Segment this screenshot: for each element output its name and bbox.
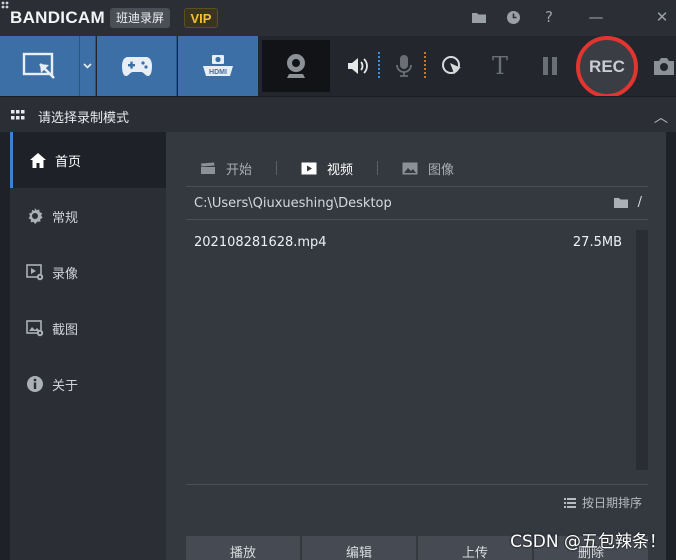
tab-image[interactable]: 图像 bbox=[402, 159, 454, 178]
folder-path: C:\Users\Qiuxueshing\Desktop bbox=[194, 196, 392, 211]
sidebar-item-screenshot[interactable]: 截图 bbox=[10, 300, 166, 356]
tab-start[interactable]: 开始 bbox=[200, 159, 252, 178]
image-settings-icon bbox=[26, 319, 44, 337]
main-content: 开始 视频 图像 C:\Users\Qiuxueshing\Desktop / … bbox=[166, 132, 666, 560]
sidebar-item-general[interactable]: 常规 bbox=[10, 188, 166, 244]
clapper-icon bbox=[200, 161, 218, 175]
sidebar-item-label: 常规 bbox=[52, 210, 79, 226]
sidebar-item-label: 首页 bbox=[55, 154, 82, 170]
file-list-scrollbar[interactable] bbox=[636, 230, 648, 470]
title-bar: BANDICAM 班迪录屏 VIP ? — ✕ bbox=[0, 0, 676, 36]
play-button[interactable]: 播放 bbox=[186, 536, 300, 560]
sidebar-item-label: 截图 bbox=[52, 322, 79, 338]
screen-rect-icon bbox=[22, 52, 55, 79]
content-tabs: 开始 视频 图像 bbox=[200, 158, 454, 178]
pause-icon bbox=[543, 57, 557, 75]
tab-label: 图像 bbox=[428, 162, 455, 178]
gamepad-icon bbox=[121, 57, 152, 76]
camera-icon bbox=[654, 58, 674, 75]
sort-by-date-button[interactable]: 按日期排序 bbox=[563, 494, 642, 511]
hdmi-mode-button[interactable]: HDMI bbox=[178, 36, 258, 96]
webcam-icon bbox=[287, 54, 305, 78]
logo-cam-text: CAM bbox=[65, 8, 105, 27]
minimize-icon[interactable]: — bbox=[585, 6, 607, 28]
speaker-icon bbox=[348, 58, 368, 74]
cursor-effect-button[interactable] bbox=[436, 50, 468, 82]
hdmi-label: HDMI bbox=[209, 69, 227, 76]
play-icon bbox=[301, 161, 319, 175]
grid-icon bbox=[11, 110, 25, 120]
tab-divider bbox=[377, 161, 379, 175]
open-folder-icon[interactable] bbox=[614, 197, 628, 208]
record-button[interactable]: REC bbox=[576, 36, 638, 98]
toolbar: HDMI T REC bbox=[0, 36, 676, 98]
file-name: 202108281628.mp4 bbox=[194, 235, 327, 250]
clock-icon[interactable] bbox=[502, 6, 524, 28]
tab-label: 开始 bbox=[226, 162, 253, 178]
tab-divider bbox=[276, 161, 278, 175]
close-icon[interactable]: ✕ bbox=[651, 6, 673, 28]
pause-button[interactable] bbox=[534, 50, 566, 82]
mode-dropdown-button[interactable] bbox=[80, 36, 96, 96]
picture-icon bbox=[402, 161, 420, 175]
folder-icon[interactable] bbox=[468, 6, 490, 28]
sort-bar: 按日期排序 bbox=[186, 484, 648, 514]
sidebar-item-label: 关于 bbox=[52, 378, 79, 394]
sidebar-item-video[interactable]: 录像 bbox=[10, 244, 166, 300]
logo-bandi-text: BANDI bbox=[10, 8, 66, 27]
chevron-down-icon bbox=[83, 63, 92, 69]
list-sort-icon bbox=[563, 497, 576, 508]
tab-label: 视频 bbox=[327, 162, 354, 178]
edit-button[interactable]: 编辑 bbox=[302, 536, 416, 560]
file-size: 27.5MB bbox=[572, 235, 622, 250]
sidebar-item-about[interactable]: 关于 bbox=[10, 356, 166, 412]
text-overlay-icon[interactable]: T bbox=[484, 50, 516, 82]
speaker-button[interactable] bbox=[342, 50, 374, 82]
list-item[interactable]: 202108281628.mp4 27.5MB bbox=[186, 232, 632, 256]
sidebar: 首页 常规 录像 截图 关于 bbox=[10, 132, 166, 560]
cursor-click-icon bbox=[442, 56, 461, 75]
folder-path-bar: C:\Users\Qiuxueshing\Desktop / bbox=[186, 186, 648, 220]
app-name-badge: 班迪录屏 bbox=[110, 8, 171, 28]
watermark: CSDN @五包辣条！ bbox=[510, 532, 666, 552]
app-logo: BANDICAM bbox=[10, 8, 105, 28]
hdmi-icon: HDMI bbox=[203, 55, 233, 76]
webcam-button[interactable] bbox=[262, 40, 330, 92]
microphone-icon bbox=[396, 55, 412, 77]
recording-mode-bar: 请选择录制模式 ︿ bbox=[0, 96, 676, 132]
collapse-icon[interactable]: ︿ bbox=[654, 107, 668, 127]
video-settings-icon bbox=[26, 263, 44, 281]
microphone-level-meter bbox=[424, 52, 426, 80]
vip-badge[interactable]: VIP bbox=[184, 8, 218, 28]
help-icon[interactable]: ? bbox=[538, 6, 560, 28]
microphone-button[interactable] bbox=[388, 50, 420, 82]
info-icon bbox=[26, 375, 44, 393]
home-icon bbox=[29, 151, 47, 169]
gear-icon bbox=[26, 207, 44, 225]
path-separator: / bbox=[637, 195, 642, 210]
tab-video[interactable]: 视频 bbox=[301, 159, 353, 178]
speaker-level-meter bbox=[378, 52, 380, 80]
game-mode-button[interactable] bbox=[97, 36, 177, 96]
sort-label: 按日期排序 bbox=[581, 496, 642, 510]
screen-rect-mode-button[interactable] bbox=[0, 36, 80, 96]
sidebar-item-home[interactable]: 首页 bbox=[10, 132, 166, 188]
screenshot-button[interactable] bbox=[648, 50, 676, 82]
rec-label: REC bbox=[589, 57, 625, 76]
mode-select-label[interactable]: 请选择录制模式 bbox=[38, 107, 129, 126]
sidebar-item-label: 录像 bbox=[52, 266, 79, 282]
file-list: 202108281628.mp4 27.5MB bbox=[186, 224, 632, 474]
